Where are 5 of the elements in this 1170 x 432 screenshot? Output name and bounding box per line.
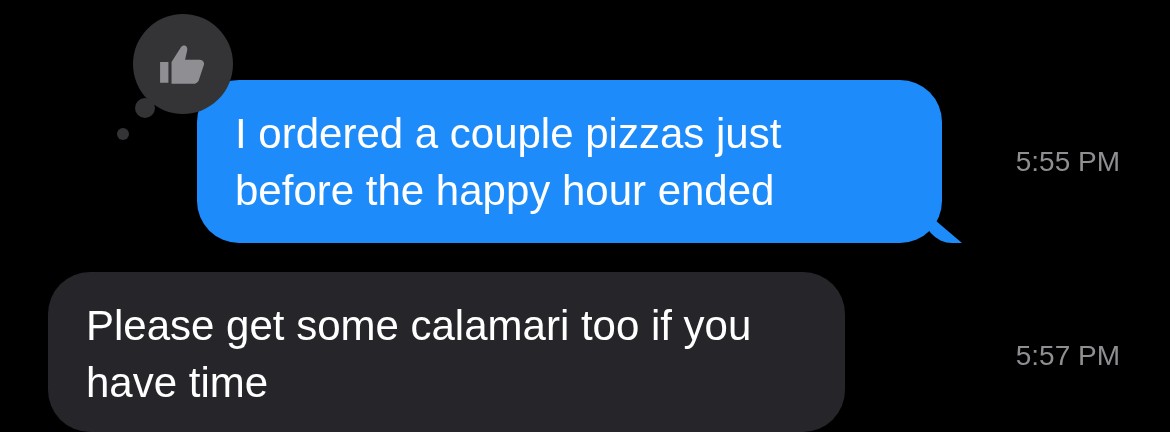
timestamp: 5:57 PM (1015, 340, 1120, 372)
thought-dot (117, 128, 129, 140)
timestamp: 5:55 PM (1015, 145, 1120, 178)
thought-dot (135, 98, 155, 118)
message-bubble: Please get some calamari too if you have time (48, 272, 845, 432)
